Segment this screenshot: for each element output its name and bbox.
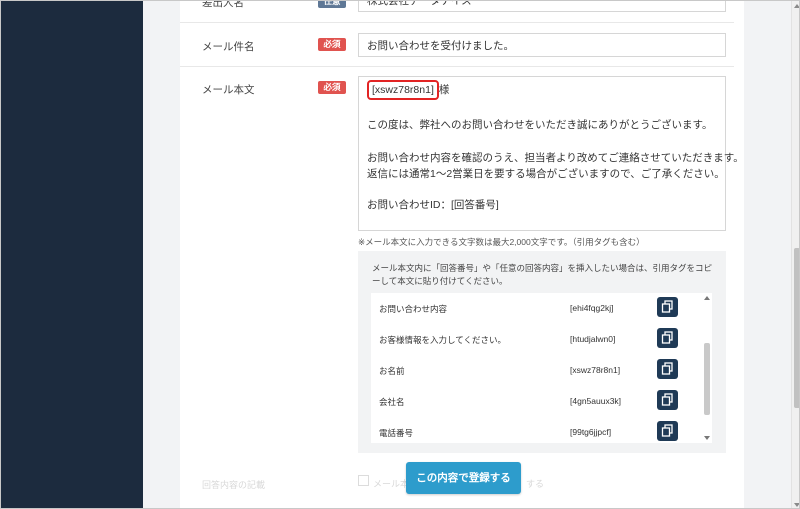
- scroll-up-icon[interactable]: [704, 296, 710, 300]
- tag-row: お客様情報を入力してください。 [htudjalwn0]: [371, 324, 701, 355]
- honorific: 様: [438, 84, 450, 96]
- tag-name: お客様情報を入力してください。: [379, 335, 506, 345]
- tag-code: [htudjalwn0]: [570, 334, 616, 344]
- copy-icon: [661, 424, 673, 437]
- sender-name-input[interactable]: 株式会社データナイス: [358, 1, 726, 12]
- copy-icon: [661, 362, 673, 375]
- tag-name: お問い合わせ内容: [379, 304, 448, 314]
- copy-icon: [661, 331, 673, 344]
- required-badge: 必須: [318, 38, 346, 51]
- tag-code: [xswz78r8n1]: [570, 365, 621, 375]
- highlighted-tag: [xswz78r8n1]: [367, 80, 439, 100]
- tag-name: 電話番号: [379, 428, 414, 438]
- scroll-down-icon[interactable]: [704, 436, 710, 440]
- copy-icon: [661, 393, 673, 406]
- scroll-down-icon[interactable]: [794, 503, 799, 507]
- faded-checkbox-label: メール本: [373, 479, 410, 489]
- row-divider: [180, 66, 734, 67]
- copy-button[interactable]: [657, 421, 678, 441]
- copy-button[interactable]: [657, 359, 678, 379]
- subject-input[interactable]: お問い合わせを受付けました。: [358, 33, 726, 57]
- tag-row: お問い合わせ内容 [ehi4fqg2kj]: [371, 293, 701, 324]
- tag-row: お名前 [xswz78r8n1]: [371, 355, 701, 386]
- tag-code: [4gn5auux3k]: [570, 396, 622, 406]
- faded-checkbox[interactable]: [358, 475, 369, 486]
- body-line: お問い合わせID：[回答番号]: [367, 199, 499, 211]
- help-text: メール本文内に「回答番号」や「任意の回答内容」を挿入したい場合は、引用タグをコピ…: [372, 263, 713, 286]
- copy-button[interactable]: [657, 297, 678, 317]
- tag-list-scrollbar[interactable]: [702, 293, 712, 443]
- faded-row-label: 回答内容の記載: [202, 480, 266, 490]
- tag-code: [99tg6jjpcf]: [570, 427, 612, 437]
- tag-list[interactable]: お問い合わせ内容 [ehi4fqg2kj] お客様情報を入力してください。 [h…: [371, 293, 712, 443]
- sidebar: [1, 1, 143, 508]
- row-divider: [180, 22, 734, 23]
- copy-button[interactable]: [657, 390, 678, 410]
- body-textarea[interactable]: [xswz78r8n1] 様 この度は、弊社へのお問い合わせをいただき誠にありがと…: [358, 76, 744, 231]
- faded-checkbox-label-end: する: [526, 479, 545, 489]
- tag-name: お名前: [379, 366, 405, 376]
- scroll-thumb[interactable]: [794, 248, 799, 408]
- required-badge: 必須: [318, 81, 346, 94]
- submit-button[interactable]: この内容で登録する: [406, 462, 521, 494]
- body-line: この度は、弊社へのお問い合わせをいただき誠にありがとうございます。: [367, 119, 713, 131]
- body-line-greeting: [xswz78r8n1] 様: [367, 80, 450, 100]
- body-label: メール本文: [202, 84, 255, 96]
- subject-label: メール件名: [202, 41, 255, 53]
- body-line: お問い合わせ内容を確認のうえ、担当者より改めてご連絡させていただきます。: [367, 152, 744, 164]
- tag-name: 会社名: [379, 397, 405, 407]
- char-limit-note: ※メール本文に入力できる文字数は最大2,000文字です。（引用タグも含む）: [358, 237, 645, 247]
- copy-button[interactable]: [657, 328, 678, 348]
- tag-help-box: メール本文内に「回答番号」や「任意の回答内容」を挿入したい場合は、引用タグをコピ…: [358, 251, 726, 453]
- body-line: 返信には通常1〜2営業日を要する場合がございますので、ご了承ください。: [367, 168, 725, 180]
- scroll-thumb[interactable]: [704, 343, 710, 415]
- sender-name-label: 差出人名: [202, 0, 244, 9]
- tag-row: 会社名 [4gn5auux3k]: [371, 386, 701, 417]
- tag-row: 電話番号 [99tg6jjpcf]: [371, 417, 701, 443]
- page-scrollbar[interactable]: [791, 1, 799, 508]
- optional-badge: 任意: [318, 1, 346, 8]
- copy-icon: [661, 300, 673, 313]
- tag-code: [ehi4fqg2kj]: [570, 303, 614, 313]
- app-frame: 差出人名 任意 株式会社データナイス メール件名 必須 お問い合わせを受付けまし…: [0, 0, 800, 509]
- scroll-up-icon[interactable]: [794, 4, 799, 8]
